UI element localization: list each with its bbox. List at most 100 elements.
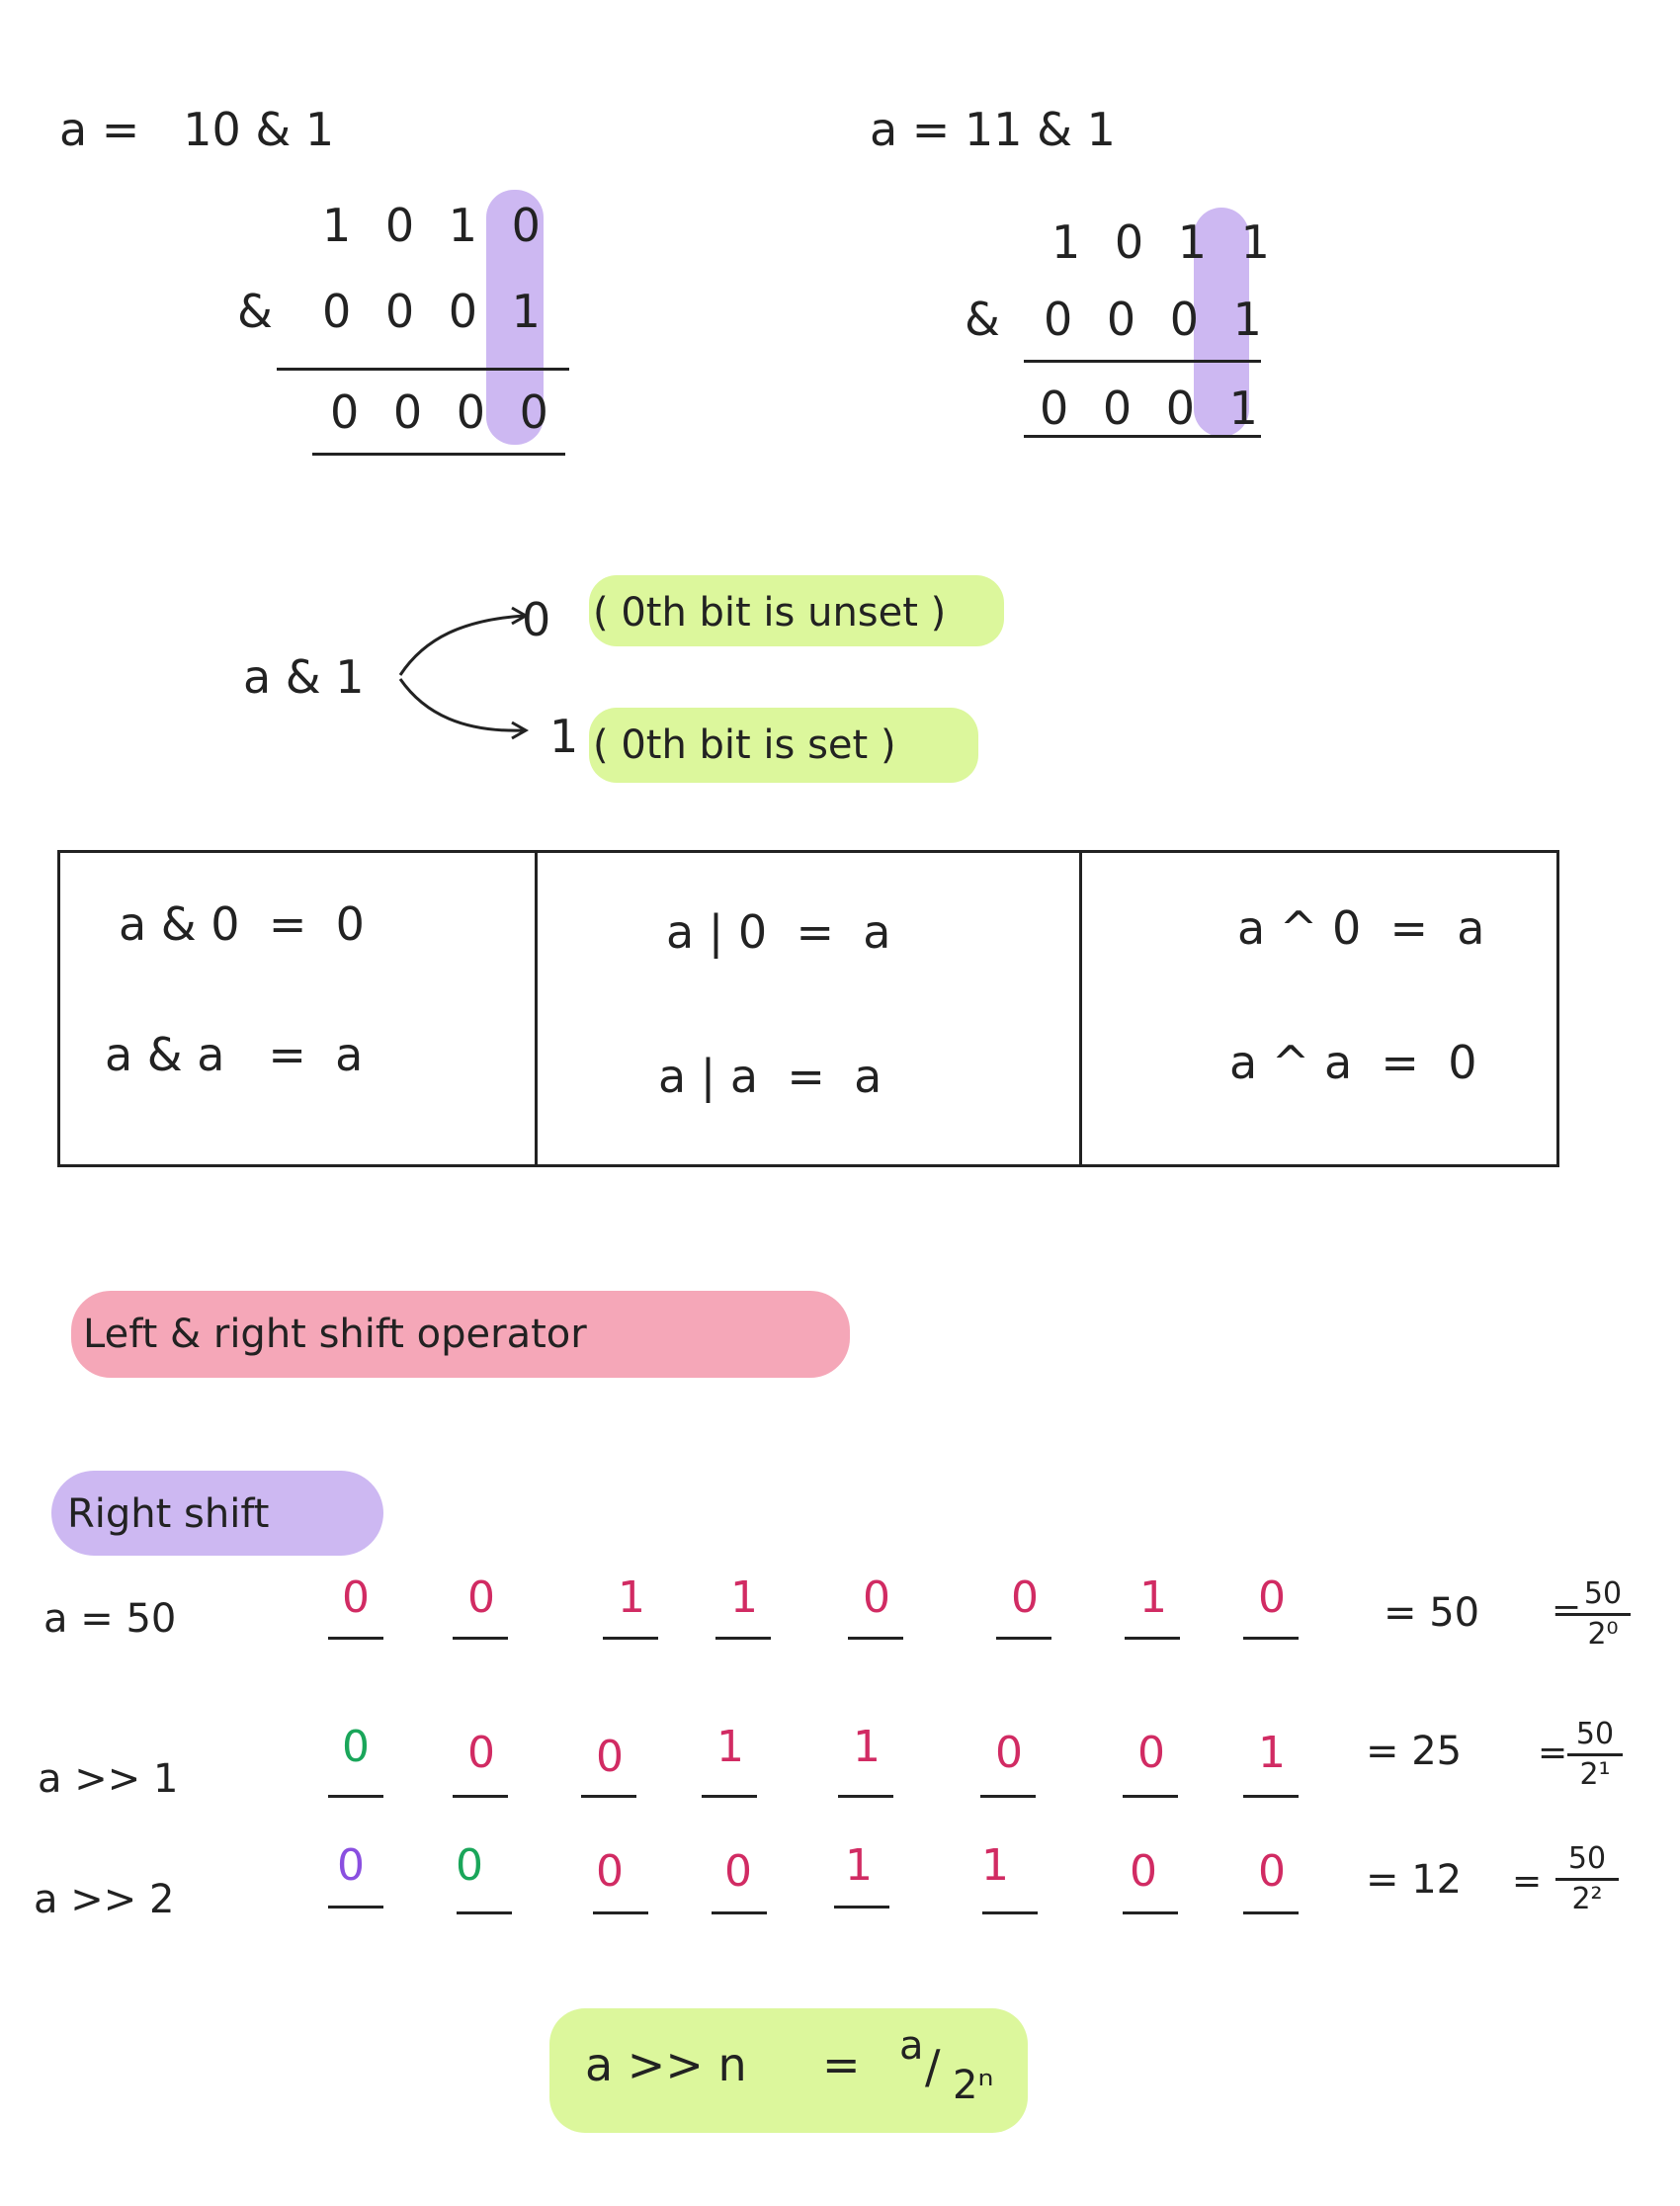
fraction-denominator: 2⁰ <box>1587 1617 1619 1652</box>
bit-underline <box>1125 1637 1180 1640</box>
bit-underline <box>453 1795 508 1798</box>
example1-title: a = 10 & 1 <box>59 103 335 156</box>
table-top-border <box>57 850 1559 853</box>
table-divider-1 <box>535 850 538 1166</box>
bit-cell: 0 <box>467 1728 495 1778</box>
formula-lhs: a >> n <box>585 2038 747 2091</box>
bit-cell: 0 <box>863 1572 890 1623</box>
formula-equals: = <box>822 2038 861 2091</box>
bit-cell: 1 <box>981 1840 1009 1891</box>
bit-cell: 0 <box>724 1846 752 1897</box>
formula-slash: / <box>925 2040 941 2093</box>
shift-row-fraction: 50 2⁰ <box>1575 1579 1631 1650</box>
bit-underline <box>1123 1911 1178 1914</box>
branch-zero-note: ( 0th bit is unset ) <box>593 590 947 636</box>
subsection-heading: Right shift <box>67 1491 270 1537</box>
branch-expression: a & 1 <box>243 650 365 704</box>
shift-row-result: = 12 <box>1366 1857 1463 1903</box>
bit-underline <box>848 1637 903 1640</box>
bit-underline <box>980 1795 1036 1798</box>
identity-or-self: a | a = a <box>658 1050 882 1103</box>
identity-xor-self: a ^ a = 0 <box>1229 1036 1477 1089</box>
bit-cell: 0 <box>995 1728 1023 1778</box>
bit-cell: 0 <box>337 1840 365 1891</box>
bit-underline <box>453 1637 508 1640</box>
bit-underline <box>1243 1637 1299 1640</box>
example2-operator: & <box>965 293 1000 346</box>
bit-cell: 0 <box>596 1732 624 1782</box>
example1-result: 0 0 0 0 <box>330 385 558 439</box>
fraction-numerator: 50 <box>1575 1579 1631 1616</box>
example2-row2: 0 0 0 1 <box>1044 293 1272 346</box>
example1-row1: 1 0 1 0 <box>322 199 550 252</box>
example2-row1: 1 0 1 1 <box>1051 215 1280 269</box>
bit-cell: 1 <box>845 1840 873 1891</box>
table-right-border <box>1556 850 1559 1166</box>
bit-underline <box>712 1911 767 1914</box>
shift-row-result: = 50 <box>1384 1590 1480 1636</box>
bit-underline <box>838 1795 893 1798</box>
identity-xor-zero: a ^ 0 = a <box>1237 901 1485 955</box>
example2-result: 0 0 0 1 <box>1040 382 1268 435</box>
branch-one-note: ( 0th bit is set ) <box>593 722 896 768</box>
example1-row2: 0 0 0 1 <box>322 285 550 338</box>
bit-cell: 1 <box>1139 1572 1167 1623</box>
identity-or-zero: a | 0 = a <box>666 905 891 959</box>
bit-cell: 1 <box>1258 1728 1286 1778</box>
bit-underline <box>581 1795 636 1798</box>
example2-underline <box>1024 435 1261 438</box>
table-divider-2 <box>1079 850 1082 1166</box>
table-left-border <box>57 850 60 1166</box>
bit-underline <box>603 1637 658 1640</box>
shift-row-label: a >> 1 <box>38 1756 179 1802</box>
bit-cell: 1 <box>730 1572 758 1623</box>
bit-underline <box>328 1906 383 1909</box>
example1-line <box>277 368 569 371</box>
shift-row-label: a >> 2 <box>34 1877 175 1922</box>
example2-title: a = 11 & 1 <box>870 103 1116 156</box>
example1-underline <box>312 453 565 456</box>
branch-zero-value: 0 <box>522 593 551 646</box>
fraction-numerator: 50 <box>1567 1720 1623 1756</box>
bit-underline <box>834 1906 889 1909</box>
bit-underline <box>457 1911 512 1914</box>
bit-cell: 0 <box>1258 1846 1286 1897</box>
bit-cell: 1 <box>716 1722 744 1772</box>
branch-arrows <box>398 606 530 740</box>
fraction-numerator: 50 <box>1555 1844 1619 1881</box>
formula-numerator: a <box>899 2023 924 2069</box>
shift-row-fraction: 50 2² <box>1555 1844 1619 1914</box>
bit-cell: 0 <box>467 1572 495 1623</box>
bit-cell: 0 <box>1258 1572 1286 1623</box>
table-bottom-border <box>57 1164 1559 1167</box>
branch-one-value: 1 <box>549 710 579 763</box>
bit-cell: 0 <box>1137 1728 1165 1778</box>
bit-underline <box>702 1795 757 1798</box>
bit-cell: 1 <box>618 1572 645 1623</box>
example2-line <box>1024 360 1261 363</box>
bit-cell: 0 <box>1011 1572 1039 1623</box>
bit-cell: 0 <box>456 1840 483 1891</box>
shift-row-label: a = 50 <box>43 1596 177 1642</box>
bit-underline <box>982 1911 1038 1914</box>
bit-underline <box>328 1795 383 1798</box>
bit-underline <box>1123 1795 1178 1798</box>
fraction-denominator: 2² <box>1571 1882 1603 1916</box>
bit-underline <box>593 1911 648 1914</box>
shift-row-frac-eq: = <box>1538 1733 1568 1773</box>
shift-row-frac-eq: = <box>1512 1861 1543 1902</box>
identity-and-self: a & a = a <box>105 1028 364 1081</box>
bit-underline <box>996 1637 1051 1640</box>
identity-and-zero: a & 0 = 0 <box>119 897 365 951</box>
fraction-denominator: 2¹ <box>1579 1757 1611 1792</box>
bit-underline <box>1243 1795 1299 1798</box>
bit-underline <box>715 1637 771 1640</box>
bit-cell: 1 <box>853 1722 881 1772</box>
arrow-to-zero <box>398 614 525 676</box>
shift-row-fraction: 50 2¹ <box>1567 1720 1623 1790</box>
bit-cell: 0 <box>342 1722 370 1772</box>
shift-row-result: = 25 <box>1366 1729 1463 1774</box>
bit-underline <box>328 1637 383 1640</box>
section-heading: Left & right shift operator <box>83 1312 587 1357</box>
example1-operator: & <box>237 285 273 338</box>
